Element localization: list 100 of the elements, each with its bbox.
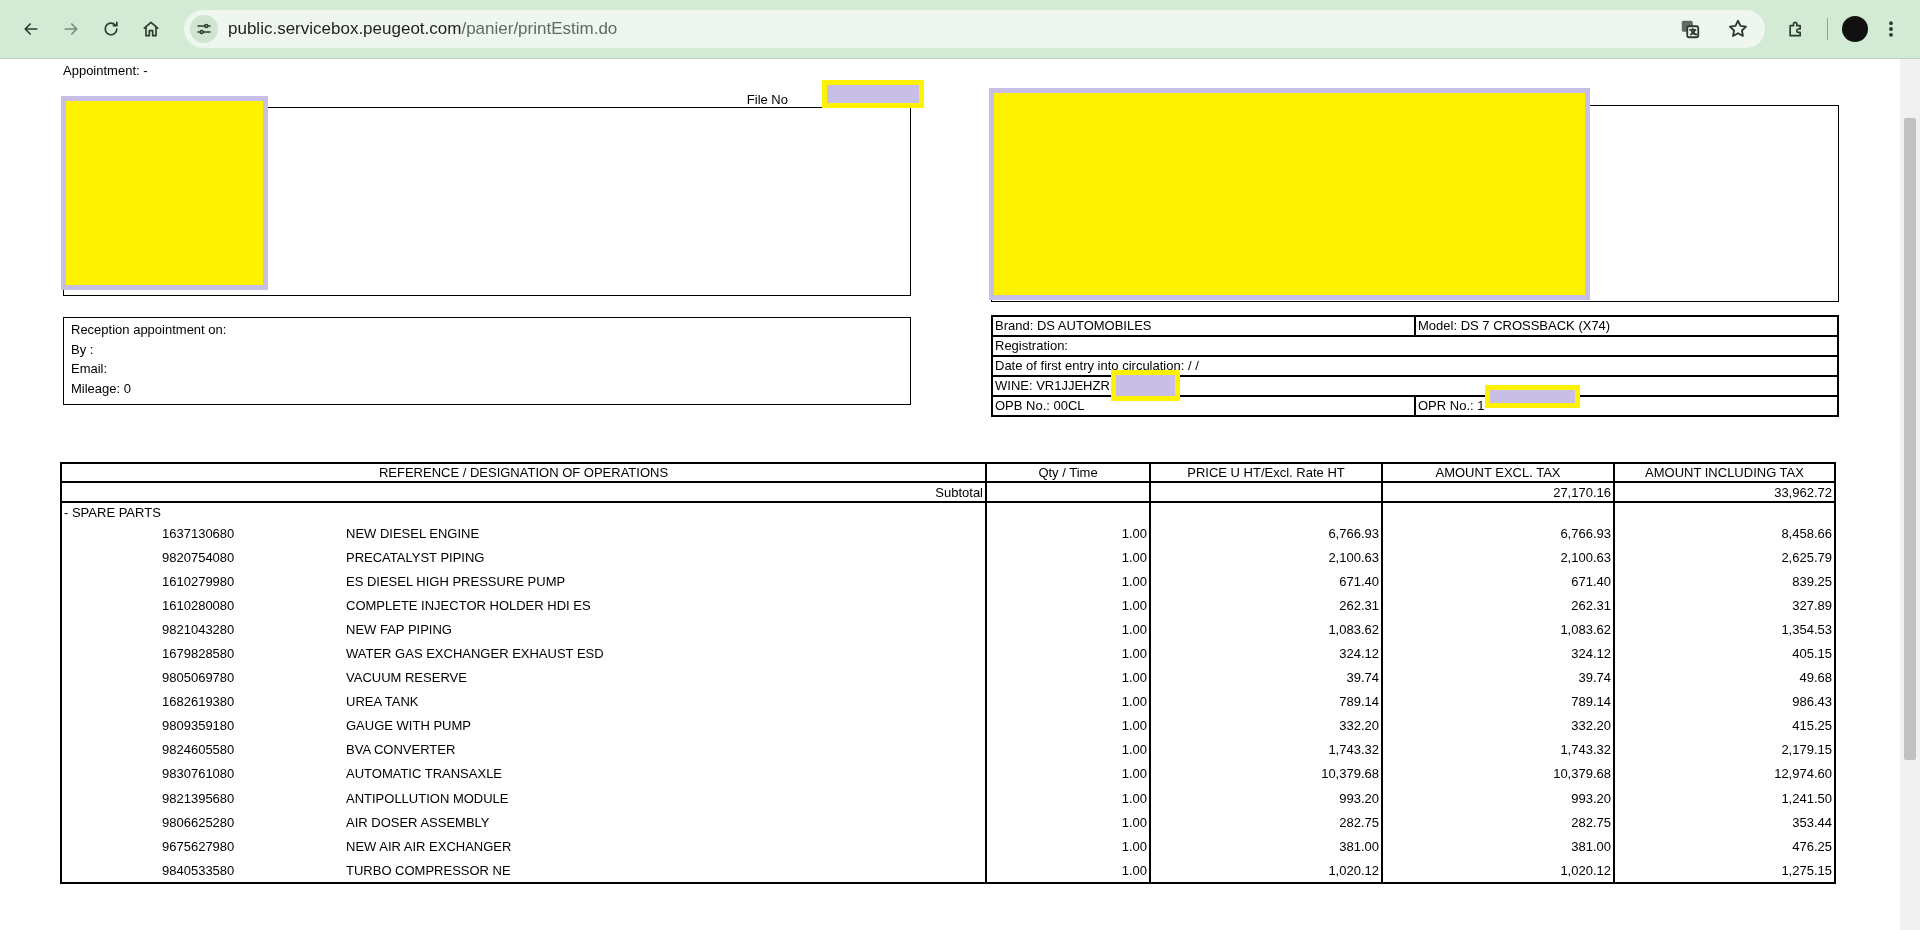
part-number: 9840533580: [161, 862, 236, 878]
part-designation: ANTIPOLLUTION MODULE: [346, 790, 509, 806]
home-icon[interactable]: [141, 19, 161, 39]
reception-field: By :: [71, 339, 94, 359]
column-header: AMOUNT EXCL. TAX: [1382, 463, 1614, 482]
appointment-label: Appointment: -: [63, 63, 148, 78]
table-cell: 2,179.15: [1614, 737, 1835, 762]
redaction-block: [1111, 370, 1180, 401]
table-cell: 10,379.68: [1150, 761, 1382, 787]
table-cell: 476.25: [1614, 834, 1835, 859]
table-cell: 262.31: [1150, 593, 1382, 618]
table-cell: 2,100.63: [1150, 545, 1382, 570]
table-cell: 1,083.62: [1382, 617, 1614, 642]
table-cell: 1,241.50: [1614, 786, 1835, 811]
table-cell: 6,766.93: [1150, 521, 1382, 546]
part-number: 1610279980: [161, 573, 236, 589]
vehicle-info-cell: Model: DS 7 CROSSBACK (X74): [1415, 316, 1838, 336]
table-cell: 1.00: [986, 761, 1150, 787]
table-cell: 324.12: [1382, 641, 1614, 666]
table-cell: 405.15: [1614, 641, 1835, 666]
table-cell: 1.00: [986, 689, 1150, 714]
part-designation: AUTOMATIC TRANSAXLE: [346, 766, 503, 782]
part-designation: COMPLETE INJECTOR HOLDER HDI ES: [346, 597, 591, 613]
part-designation: PRECATALYST PIPING: [346, 549, 485, 565]
table-cell: 10,379.68: [1382, 761, 1614, 787]
table-cell: 671.40: [1150, 569, 1382, 594]
subtotal-cell: 27,170.16: [1382, 482, 1614, 502]
file-number-label: File No: [746, 93, 788, 107]
part-number: 1610280080: [161, 597, 236, 613]
table-cell: 324.12: [1150, 641, 1382, 666]
table-cell: 1.00: [986, 810, 1150, 835]
table-cell: 327.89: [1614, 593, 1835, 618]
table-cell: 1,083.62: [1150, 617, 1382, 642]
part-number: 1682619380: [161, 694, 236, 710]
address-bar[interactable]: public.servicebox.peugeot.com/panier/printEstim.do: [184, 10, 1765, 48]
subtotal-cell: 33,962.72: [1614, 482, 1835, 502]
part-number: 9675627980: [161, 838, 236, 854]
table-cell: 381.00: [1150, 834, 1382, 859]
table-cell: 839.25: [1614, 569, 1835, 594]
reception-field: Reception appointment on:: [71, 320, 227, 340]
table-cell: 1.00: [986, 641, 1150, 666]
table-cell: 49.68: [1614, 665, 1835, 690]
table-cell: 1.00: [986, 834, 1150, 859]
vehicle-info-cell: Brand: DS AUTOMOBILES: [992, 316, 1415, 336]
table-cell: 39.74: [1150, 665, 1382, 690]
reception-field: Mileage: 0: [71, 378, 131, 398]
part-number: 9820754080: [161, 549, 236, 565]
table-cell: 6,766.93: [1382, 521, 1614, 546]
table-cell: 2,100.63: [1382, 545, 1614, 570]
part-number: 9806625280: [161, 814, 236, 830]
reception-field: Email:: [71, 359, 108, 379]
table-cell: 1,354.53: [1614, 617, 1835, 642]
table-cell: 1,743.32: [1382, 737, 1614, 762]
table-cell: 282.75: [1150, 810, 1382, 835]
table-cell: 993.20: [1382, 786, 1614, 811]
part-number: 9809359180: [161, 718, 236, 734]
table-cell: 2,625.79: [1614, 545, 1835, 570]
table-cell: 353.44: [1614, 810, 1835, 835]
translate-icon[interactable]: [1679, 18, 1701, 40]
url-text[interactable]: public.servicebox.peugeot.com/panier/printEstim.do: [228, 19, 1661, 39]
reload-icon[interactable]: [101, 19, 121, 39]
table-cell: 332.20: [1150, 713, 1382, 738]
scrollbar-thumb[interactable]: [1904, 118, 1916, 760]
table-cell: 789.14: [1382, 689, 1614, 714]
table-cell: 12,974.60: [1614, 761, 1835, 787]
table-cell: 993.20: [1150, 786, 1382, 811]
table-cell: 1.00: [986, 737, 1150, 762]
table-cell: 1.00: [986, 593, 1150, 618]
section-label: - SPARE PARTS: [61, 502, 986, 521]
part-designation: NEW FAP PIPING: [346, 621, 452, 637]
part-designation: UREA TANK: [346, 694, 419, 710]
column-header: AMOUNT INCLUDING TAX: [1614, 463, 1835, 482]
table-cell: 1.00: [986, 569, 1150, 594]
part-designation: VACUUM RESERVE: [346, 670, 467, 686]
part-number: 9821043280: [161, 621, 236, 637]
table-cell: 1.00: [986, 521, 1150, 546]
part-designation: ES DIESEL HIGH PRESSURE PUMP: [346, 573, 566, 589]
table-cell: 262.31: [1382, 593, 1614, 618]
table-cell: 1.00: [986, 858, 1150, 884]
table-cell: 381.00: [1382, 834, 1614, 859]
part-number: 1679828580: [161, 646, 236, 661]
table-cell: 1,020.12: [1382, 858, 1614, 884]
part-designation: NEW DIESEL ENGINE: [346, 525, 480, 541]
vehicle-info-cell: Registration:: [992, 336, 1838, 356]
table-cell: 1,743.32: [1150, 737, 1382, 762]
part-designation: GAUGE WITH PUMP: [346, 718, 471, 734]
table-cell: 282.75: [1382, 810, 1614, 835]
table-cell: 986.43: [1614, 689, 1835, 714]
avatar-icon[interactable]: [1842, 16, 1868, 42]
part-number: 9821395680: [161, 790, 236, 806]
table-cell: 1,275.15: [1614, 858, 1835, 884]
column-header: REFERENCE / DESIGNATION OF OPERATIONS: [61, 463, 986, 482]
star-icon[interactable]: [1727, 18, 1749, 40]
part-designation: TURBO COMPRESSOR NE: [346, 862, 511, 878]
table-cell: 789.14: [1150, 689, 1382, 714]
part-designation: BVA CONVERTER: [346, 742, 456, 758]
table-cell: 415.25: [1614, 713, 1835, 738]
part-designation: NEW AIR AIR EXCHANGER: [346, 838, 512, 854]
table-cell: 1.00: [986, 617, 1150, 642]
table-cell: 1,020.12: [1150, 858, 1382, 884]
